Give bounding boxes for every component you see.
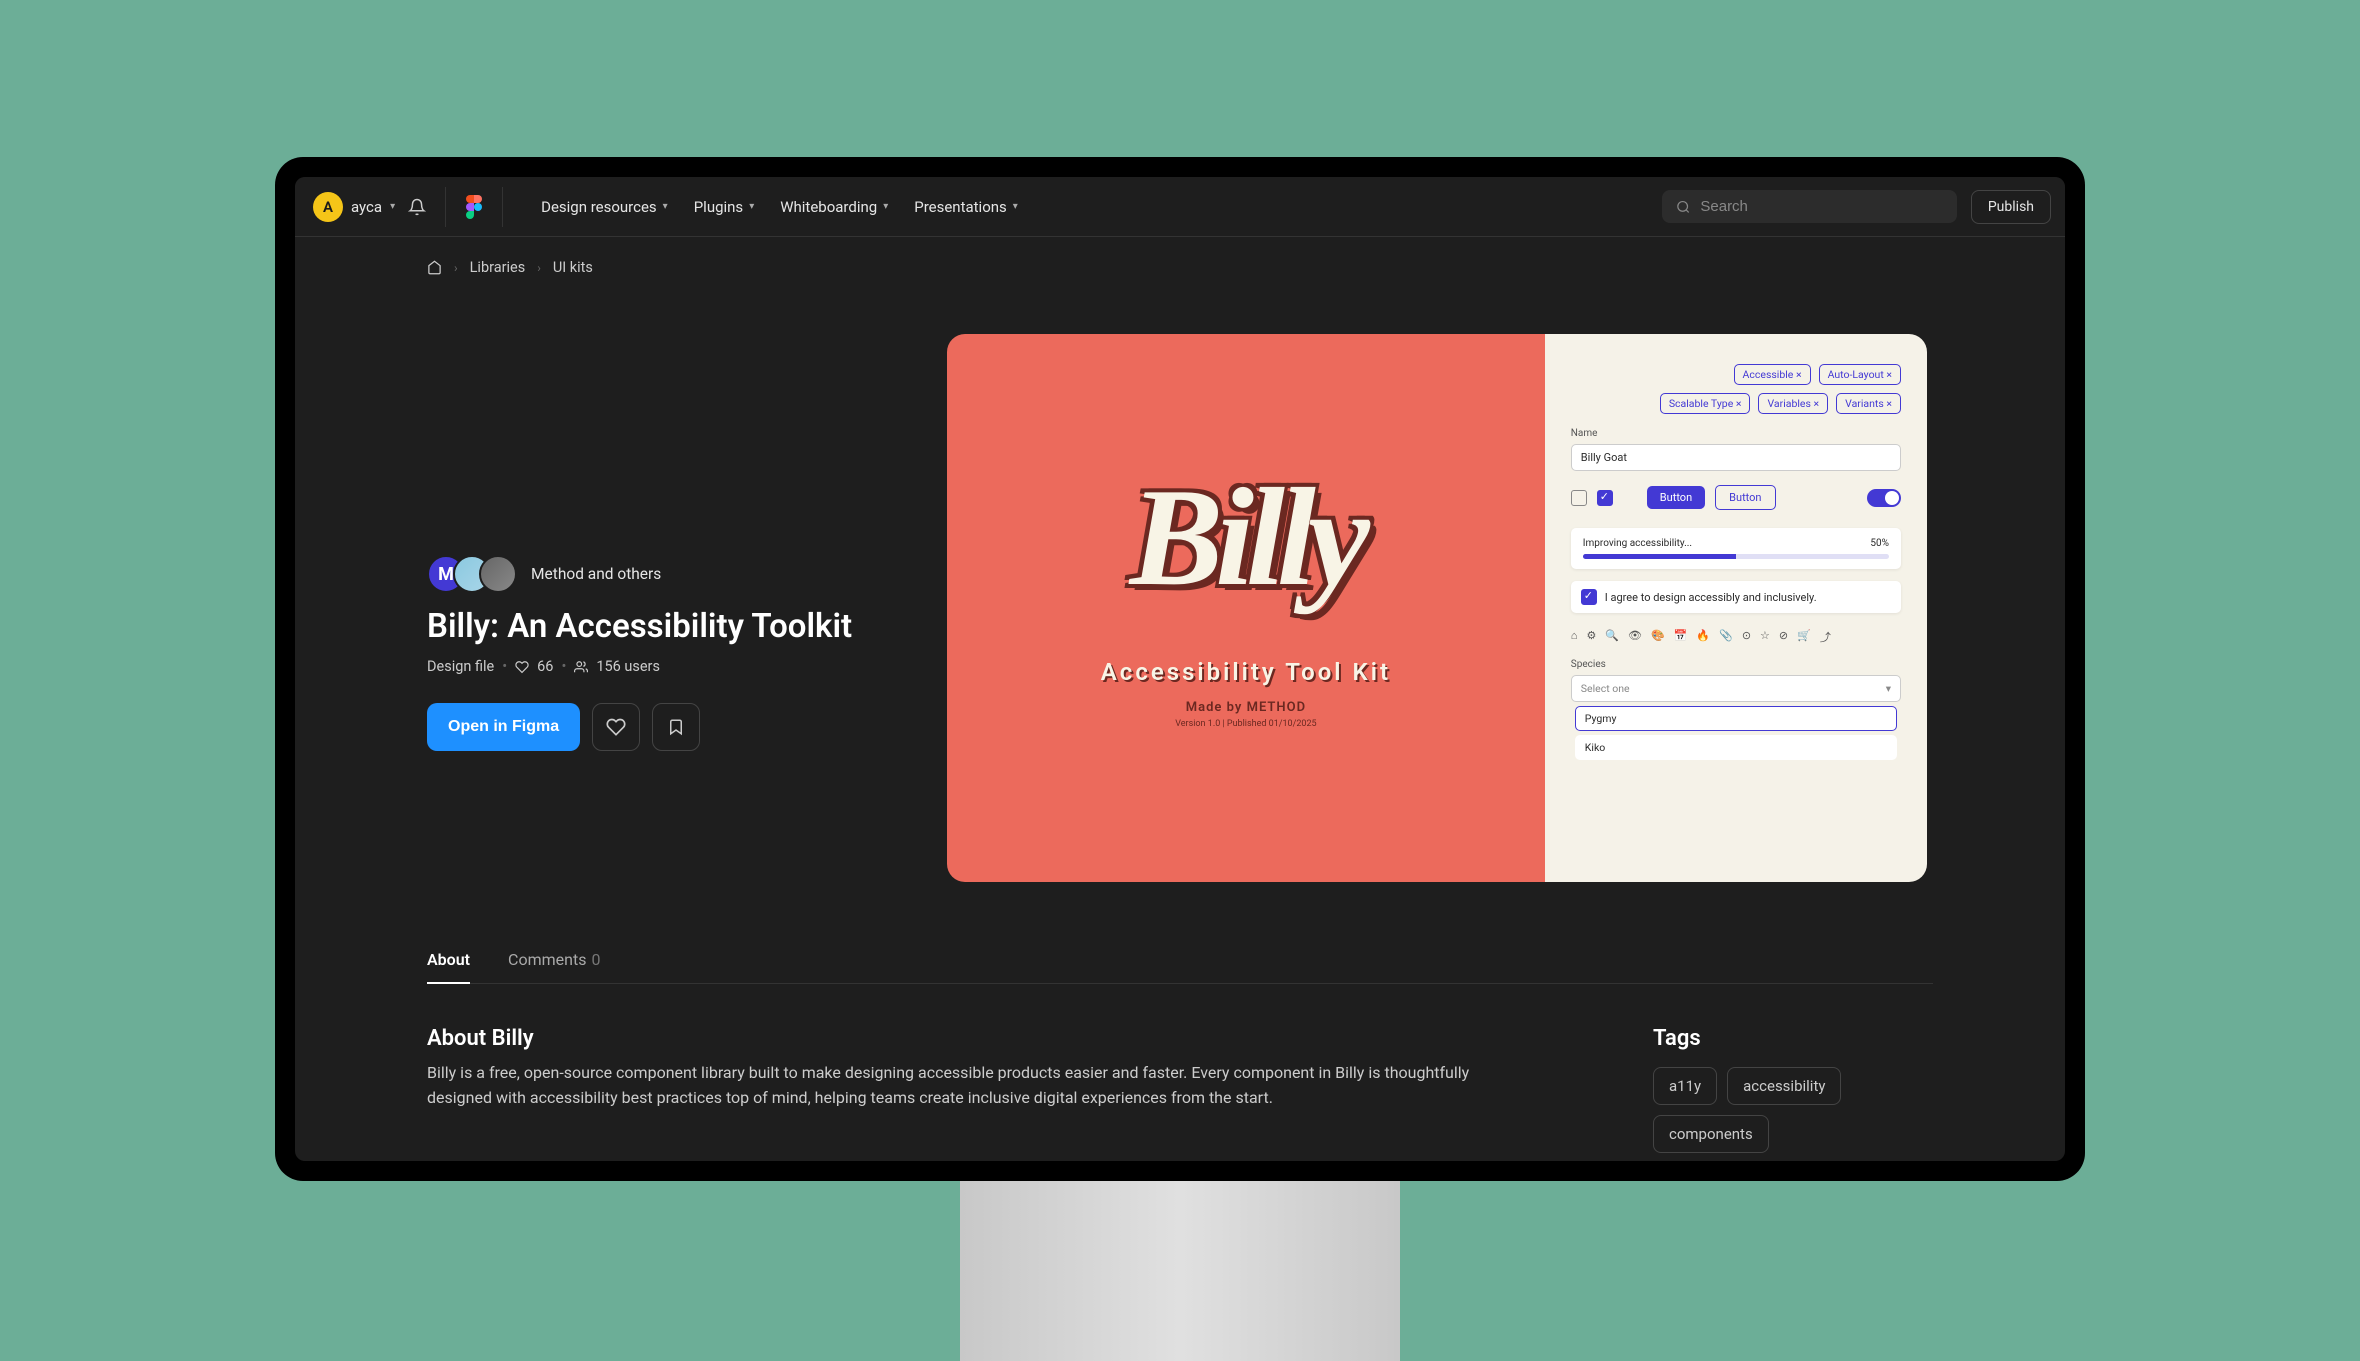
button-primary: Button — [1647, 486, 1705, 509]
cover-version: Version 1.0 | Published 01/10/2025 — [1175, 719, 1316, 729]
likes-count: 66 — [537, 658, 553, 675]
nav-presentations[interactable]: Presentations▾ — [914, 198, 1018, 216]
nav-whiteboarding[interactable]: Whiteboarding▾ — [780, 198, 888, 216]
publish-button[interactable]: Publish — [1971, 190, 2051, 224]
bookmark-button[interactable] — [652, 703, 700, 751]
calendar-icon: 📅 — [1674, 629, 1688, 645]
about-heading: About Billy — [427, 1026, 1533, 1051]
species-select: Select one ▾ — [1571, 675, 1901, 702]
comments-count: 0 — [591, 950, 600, 969]
attachment-icon: 📎 — [1719, 629, 1733, 645]
bell-icon — [408, 198, 426, 216]
palette-icon: 🎨 — [1651, 629, 1665, 645]
breadcrumb-separator: › — [537, 261, 541, 275]
toggle-on — [1867, 489, 1901, 507]
resource-meta: Design file • 66 • 156 users — [427, 658, 867, 675]
nav-plugins[interactable]: Plugins▾ — [694, 198, 755, 216]
open-in-figma-button[interactable]: Open in Figma — [427, 703, 580, 751]
search-icon: 🔍 — [1605, 629, 1619, 645]
checkbox-checked — [1597, 490, 1613, 506]
nav-design-resources[interactable]: Design resources▾ — [541, 198, 668, 216]
tag-accessibility[interactable]: accessibility — [1727, 1067, 1841, 1105]
notifications-button[interactable] — [399, 189, 435, 225]
progress-bar — [1583, 554, 1889, 559]
share-icon: ⤴ — [1820, 629, 1831, 645]
home-icon: ⌂ — [1571, 629, 1578, 645]
shield-icon: ⊘ — [1779, 629, 1788, 645]
name-field: Billy Goat — [1571, 444, 1901, 471]
author-names[interactable]: Method and others — [531, 565, 661, 583]
users-count: 156 users — [596, 658, 660, 675]
select-option-kiko: Kiko — [1575, 735, 1897, 760]
play-icon: ⊙ — [1742, 629, 1751, 645]
tab-about[interactable]: About — [427, 936, 470, 983]
breadcrumb: › Libraries › UI kits — [427, 237, 1933, 276]
checkbox-unchecked — [1571, 490, 1587, 506]
bookmark-icon — [667, 718, 685, 736]
breadcrumb-separator: › — [454, 261, 458, 275]
progress-label: Improving accessibility... — [1583, 538, 1692, 549]
cover-subtitle: Accessibility Tool Kit — [1101, 658, 1391, 686]
top-bar: A ayca ▾ Design resources▾ Plu — [295, 177, 2065, 237]
file-type: Design file — [427, 658, 494, 675]
chevron-down-icon: ▾ — [1886, 682, 1891, 695]
avatar — [479, 555, 517, 593]
tag-components[interactable]: components — [1653, 1115, 1769, 1153]
search-icon — [1676, 199, 1691, 215]
figma-home[interactable] — [456, 189, 492, 225]
star-icon: ☆ — [1760, 629, 1770, 645]
home-icon[interactable] — [427, 260, 442, 275]
chip-accessible: Accessible × — [1734, 364, 1811, 385]
chevron-down-icon: ▾ — [1013, 201, 1018, 212]
chip-variants: Variants × — [1836, 393, 1901, 414]
chip-scalable-type: Scalable Type × — [1660, 393, 1751, 414]
search-input[interactable] — [1700, 198, 1942, 215]
billy-logo: Billy — [1130, 468, 1362, 608]
tag-a11y[interactable]: a11y — [1653, 1067, 1717, 1105]
tags-heading: Tags — [1653, 1026, 1933, 1051]
checkbox-agree — [1581, 589, 1597, 605]
eye-icon: 👁 — [1628, 629, 1642, 645]
search-input-container[interactable] — [1662, 190, 1957, 223]
chevron-down-icon: ▾ — [883, 201, 888, 212]
avatar: A — [313, 192, 343, 222]
name-label: Name — [1571, 428, 1901, 439]
resource-title: Billy: An Accessibility Toolkit — [427, 607, 867, 646]
heart-icon — [606, 717, 626, 737]
chevron-down-icon: ▾ — [663, 201, 668, 212]
agree-text: I agree to design accessibly and inclusi… — [1605, 591, 1817, 604]
breadcrumb-ui-kits[interactable]: UI kits — [553, 259, 593, 276]
chevron-down-icon: ▾ — [749, 201, 754, 212]
author-avatars[interactable]: M — [427, 555, 517, 593]
figma-logo-icon — [466, 195, 482, 219]
select-option-pygmy: Pygmy — [1575, 706, 1897, 731]
username: ayca — [351, 198, 382, 216]
users-icon — [574, 660, 588, 674]
flame-icon: 🔥 — [1696, 629, 1710, 645]
progress-value: 50% — [1870, 538, 1889, 549]
user-menu[interactable]: A ayca ▾ — [309, 188, 399, 226]
tab-comments[interactable]: Comments0 — [508, 936, 600, 983]
icons-strip: ⌂ ⚙ 🔍 👁 🎨 📅 🔥 📎 ⊙ ☆ ⊘ 🛒 ⤴ — [1571, 629, 1901, 645]
about-body: Billy is a free, open-source component l… — [427, 1061, 1533, 1111]
chevron-down-icon: ▾ — [390, 201, 395, 212]
breadcrumb-libraries[interactable]: Libraries — [470, 259, 526, 276]
like-button[interactable] — [592, 703, 640, 751]
chip-auto-layout: Auto-Layout × — [1819, 364, 1901, 385]
cover-image[interactable]: Billy Accessibility Tool Kit Made by MET… — [947, 334, 1927, 882]
cover-made-by: Made by METHOD — [1186, 700, 1306, 715]
button-secondary: Button — [1715, 485, 1775, 510]
gear-icon: ⚙ — [1586, 629, 1596, 645]
heart-icon — [515, 660, 529, 674]
cart-icon: 🛒 — [1797, 629, 1811, 645]
species-label: Species — [1571, 659, 1901, 670]
chip-variables: Variables × — [1758, 393, 1828, 414]
